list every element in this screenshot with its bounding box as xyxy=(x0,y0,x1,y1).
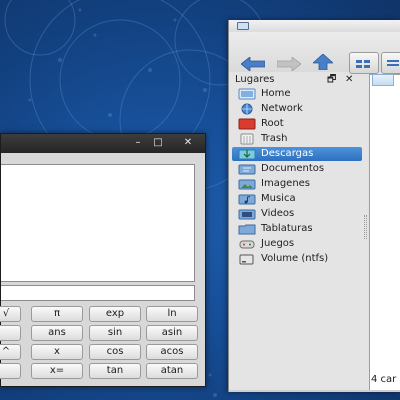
calculator-input[interactable] xyxy=(1,285,195,301)
place-label: Tablaturas xyxy=(261,223,313,234)
window-bottom-edge xyxy=(229,390,400,392)
place-tablaturas[interactable]: Tablaturas xyxy=(232,222,362,236)
root-icon xyxy=(238,118,256,130)
cos-button[interactable]: cos xyxy=(89,344,141,360)
trash-icon xyxy=(240,133,254,145)
sidebar-detach-icon[interactable]: 🗗 xyxy=(327,72,336,88)
file-manager-titlebar[interactable] xyxy=(229,20,400,32)
calculator-window: – □ ✕ √ π exp ln ans sin asin ^ x cos ac… xyxy=(0,133,206,387)
close-icon[interactable]: ✕ xyxy=(181,136,195,150)
place-home[interactable]: Home xyxy=(232,87,362,101)
place-descargas[interactable]: Descargas xyxy=(232,147,362,161)
place-label: Musica xyxy=(261,193,296,204)
folder-icon xyxy=(238,224,256,235)
status-bar: 4 car xyxy=(371,374,397,385)
sidebar-close-icon[interactable]: ✕ xyxy=(345,72,353,88)
maximize-icon[interactable]: □ xyxy=(151,136,165,150)
place-root[interactable]: Root xyxy=(232,117,362,131)
place-label: Network xyxy=(261,103,303,114)
calculator-display xyxy=(1,164,195,282)
place-label: Imagenes xyxy=(261,178,311,189)
file-manager-window: Lugares 🗗 ✕ Home Network Root Trash Desc… xyxy=(228,20,400,392)
place-label: Volume (ntfs) xyxy=(261,253,329,264)
assign-x-button[interactable]: x= xyxy=(31,363,83,379)
asin-button[interactable]: asin xyxy=(146,325,198,341)
atan-button[interactable]: atan xyxy=(146,363,198,379)
icon-view-icon xyxy=(356,60,370,68)
home-icon xyxy=(238,88,256,100)
place-documentos[interactable]: Documentos xyxy=(232,162,362,176)
place-musica[interactable]: Musica xyxy=(232,192,362,206)
up-arrow-icon[interactable] xyxy=(311,53,335,74)
place-label: Trash xyxy=(261,133,288,144)
calculator-keypad: √ π exp ln ans sin asin ^ x cos acos x= … xyxy=(0,306,207,386)
keypad-button-r1c0[interactable] xyxy=(0,325,21,341)
music-icon xyxy=(238,194,256,205)
sidebar-splitter-handle[interactable] xyxy=(364,215,367,239)
images-icon xyxy=(238,179,256,190)
exp-button[interactable]: exp xyxy=(89,306,141,322)
documents-icon xyxy=(238,164,256,175)
calculator-titlebar[interactable]: – □ ✕ xyxy=(1,134,205,153)
ln-button[interactable]: ln xyxy=(146,306,198,322)
games-icon xyxy=(239,240,255,249)
tan-button[interactable]: tan xyxy=(89,363,141,379)
place-juegos[interactable]: Juegos xyxy=(232,237,362,251)
sqrt-button[interactable]: √ xyxy=(0,306,21,322)
variable-x-button[interactable]: x xyxy=(31,344,83,360)
keypad-button-r3c0[interactable] xyxy=(0,363,21,379)
drive-icon xyxy=(239,254,254,265)
sin-button[interactable]: sin xyxy=(89,325,141,341)
place-label: Home xyxy=(261,88,291,99)
icon-view-button[interactable] xyxy=(349,52,379,74)
place-label: Root xyxy=(261,118,284,129)
file-manager-app-icon xyxy=(237,22,249,30)
ans-button[interactable]: ans xyxy=(31,325,83,341)
location-tab[interactable] xyxy=(372,74,394,86)
place-label: Videos xyxy=(261,208,295,219)
downloads-icon xyxy=(238,149,256,160)
place-label: Juegos xyxy=(261,238,295,249)
list-view-icon xyxy=(387,60,399,66)
place-volume-ntfs[interactable]: Volume (ntfs) xyxy=(232,252,362,266)
videos-icon xyxy=(238,209,256,220)
place-trash[interactable]: Trash xyxy=(232,132,362,146)
list-view-button[interactable] xyxy=(381,52,400,74)
file-view-pane[interactable] xyxy=(369,74,400,390)
place-imagenes[interactable]: Imagenes xyxy=(232,177,362,191)
power-button[interactable]: ^ xyxy=(0,344,21,360)
place-network[interactable]: Network xyxy=(232,102,362,116)
pi-button[interactable]: π xyxy=(31,306,83,322)
place-label: Documentos xyxy=(261,163,325,174)
minimize-icon[interactable]: – xyxy=(131,136,145,150)
place-videos[interactable]: Videos xyxy=(232,207,362,221)
place-label: Descargas xyxy=(261,148,314,159)
network-icon xyxy=(241,103,253,115)
acos-button[interactable]: acos xyxy=(146,344,198,360)
